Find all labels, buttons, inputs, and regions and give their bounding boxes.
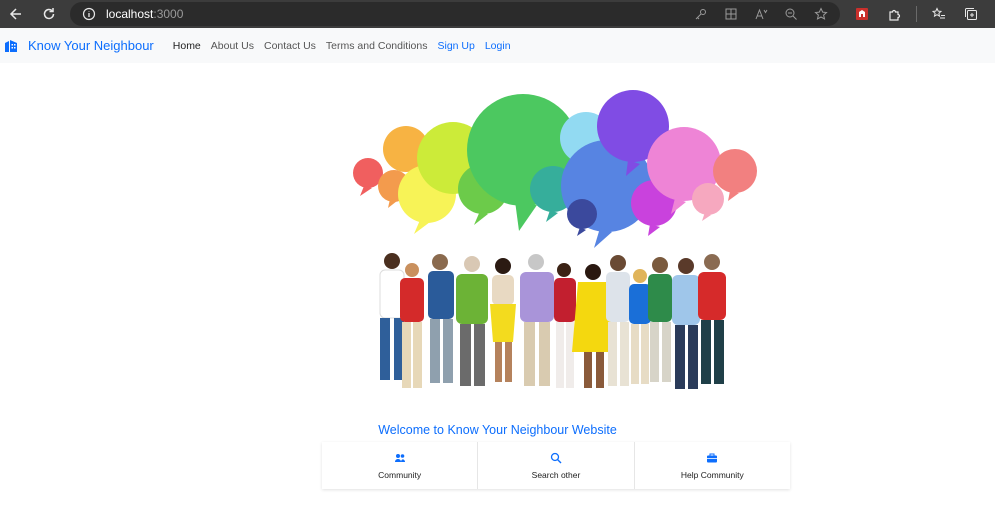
favorites-button[interactable]: [925, 0, 953, 28]
extension-red-icon: [856, 8, 868, 20]
person: [606, 255, 630, 386]
help-card[interactable]: Help Community: [635, 442, 790, 489]
toolbar-separator: [916, 6, 917, 22]
person: [490, 258, 516, 382]
favorite-icon: [814, 7, 828, 20]
collections-icon: [965, 8, 977, 20]
person: [648, 257, 672, 382]
read-aloud-button[interactable]: [748, 2, 774, 26]
search-card[interactable]: Search other: [478, 442, 635, 489]
person: [428, 254, 454, 383]
app-button[interactable]: [718, 2, 744, 26]
zoom-button[interactable]: [778, 2, 804, 26]
brand-name: Know Your Neighbour: [28, 38, 154, 53]
person: [554, 263, 576, 388]
brand-link[interactable]: Know Your Neighbour: [4, 38, 154, 53]
extensions-icon: [889, 9, 901, 21]
speech-bubbles: [353, 90, 757, 248]
person: [629, 269, 651, 384]
person: [400, 263, 424, 388]
nav-about[interactable]: About Us: [206, 40, 259, 52]
url-port: :3000: [153, 7, 184, 21]
people-group: [379, 253, 726, 389]
community-label: Community: [378, 469, 422, 480]
back-icon: [9, 8, 21, 20]
site-navbar: Know Your Neighbour Home About Us Contac…: [0, 28, 995, 63]
extensions-button[interactable]: [880, 0, 908, 28]
zoom-icon: [785, 8, 797, 20]
info-icon: [82, 7, 96, 21]
search-label: Search other: [531, 469, 581, 480]
address-bar[interactable]: localhost:3000: [70, 2, 840, 26]
site-info-button[interactable]: [78, 3, 100, 25]
person: [672, 258, 700, 389]
favorite-button[interactable]: [808, 2, 834, 26]
nav-login[interactable]: Login: [480, 40, 516, 52]
browser-toolbar: localhost:3000: [0, 0, 995, 28]
reload-button[interactable]: [35, 0, 63, 28]
hero-illustration: [353, 90, 757, 389]
read-aloud-icon: [755, 8, 768, 20]
nav-contact[interactable]: Contact Us: [259, 40, 321, 52]
briefcase-icon: [707, 453, 718, 462]
building-icon: [5, 39, 17, 52]
url-host: localhost: [106, 7, 154, 21]
key-icon: [695, 9, 706, 20]
person: [456, 256, 488, 386]
users-icon: [394, 453, 405, 462]
password-button[interactable]: [688, 2, 714, 26]
help-label: Help Community: [680, 469, 744, 480]
welcome-heading: Welcome to Know Your Neighbour Website: [378, 423, 617, 437]
person: [520, 254, 554, 386]
person: [698, 254, 726, 384]
feature-cards: Community Search other Help Community: [322, 442, 790, 489]
extension-button[interactable]: [848, 0, 876, 28]
nav-terms[interactable]: Terms and Conditions: [321, 40, 433, 52]
search-icon: [550, 452, 562, 463]
community-card[interactable]: Community: [322, 442, 479, 489]
collections-button[interactable]: [957, 0, 985, 28]
back-button[interactable]: [2, 0, 30, 28]
reload-icon: [43, 8, 55, 20]
grid-icon: [725, 8, 737, 20]
nav-signup[interactable]: Sign Up: [432, 40, 479, 52]
favorites-bar-icon: [932, 7, 945, 19]
nav-home[interactable]: Home: [168, 40, 206, 52]
